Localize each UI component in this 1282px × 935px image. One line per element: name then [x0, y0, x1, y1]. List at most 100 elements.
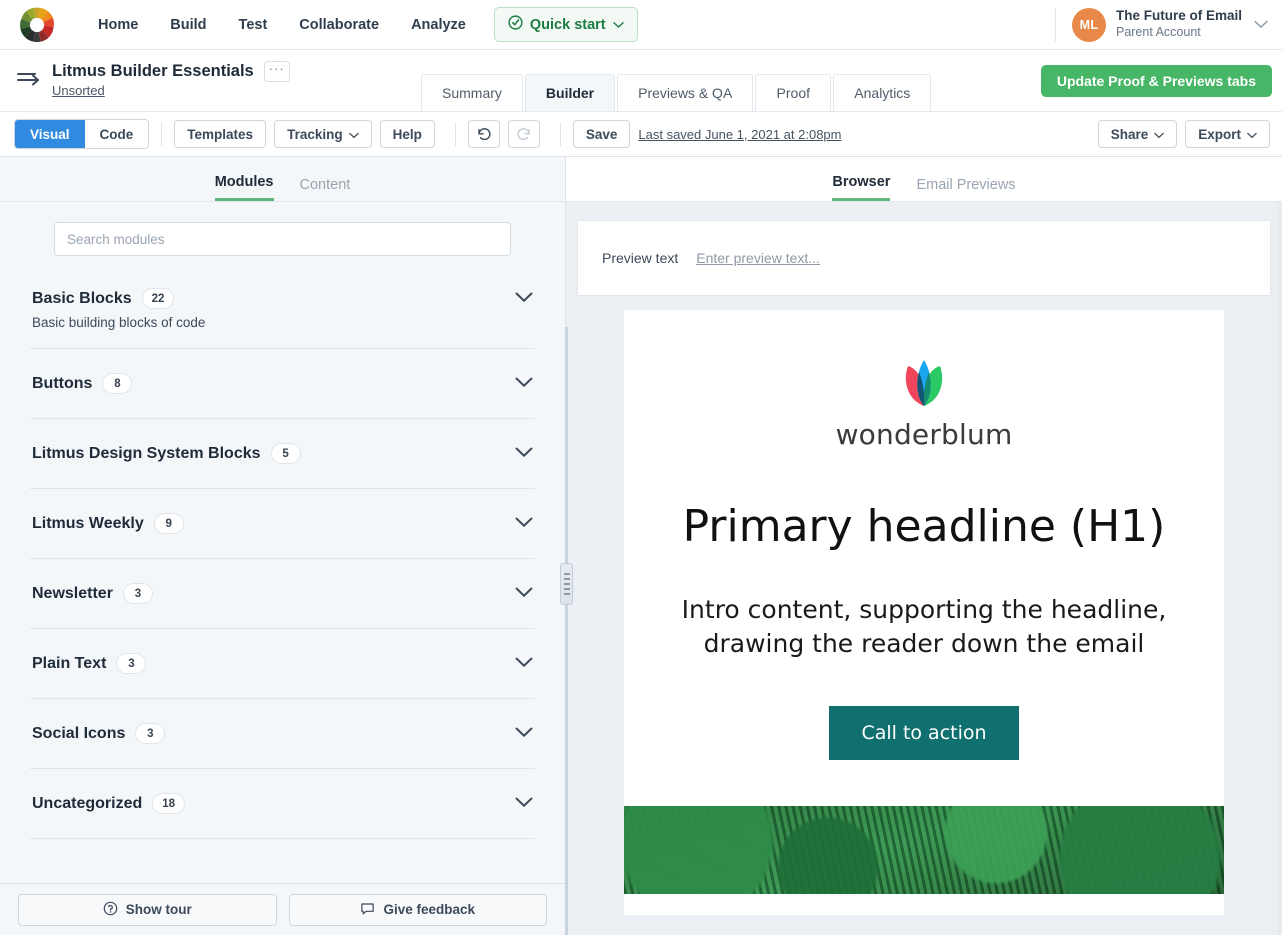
- document-titles: Litmus Builder Essentials ··· Unsorted: [52, 61, 290, 100]
- email-brand-block: wonderblum: [624, 310, 1224, 451]
- nav-item-build[interactable]: Build: [154, 11, 222, 39]
- speech-bubble-icon: [360, 901, 375, 919]
- module-group-social-icons[interactable]: Social Icons 3: [30, 699, 535, 769]
- divider: [161, 122, 163, 146]
- nav-item-analyze[interactable]: Analyze: [395, 11, 482, 39]
- tab-proof[interactable]: Proof: [755, 74, 832, 112]
- avatar[interactable]: ML: [1071, 7, 1106, 42]
- search-modules-wrapper: [0, 202, 565, 274]
- module-group-count: 3: [122, 583, 153, 604]
- module-group-count: 8: [102, 373, 133, 394]
- question-circle-icon: [103, 901, 118, 919]
- tab-builder[interactable]: Builder: [524, 74, 616, 112]
- check-circle-icon: [508, 15, 523, 34]
- chevron-down-icon[interactable]: [515, 585, 533, 603]
- email-brand-name: wonderblum: [835, 418, 1013, 451]
- module-group-plain-text[interactable]: Plain Text 3: [30, 629, 535, 699]
- module-group-litmus-design-system-blocks[interactable]: Litmus Design System Blocks 5: [30, 419, 535, 489]
- nav-item-home[interactable]: Home: [82, 11, 154, 39]
- panel-divider: [565, 327, 568, 935]
- share-button[interactable]: Share: [1097, 120, 1178, 148]
- chevron-down-icon[interactable]: [515, 725, 533, 743]
- module-group-litmus-weekly[interactable]: Litmus Weekly 9: [30, 489, 535, 559]
- account-subtitle: Parent Account: [1115, 25, 1201, 40]
- preview-scrollbar[interactable]: [1277, 202, 1282, 935]
- modules-panel-footer: Show tour Give feedback: [0, 883, 565, 935]
- module-group-basic-blocks[interactable]: Basic Blocks 22 Basic building blocks of…: [30, 274, 535, 349]
- chevron-down-icon[interactable]: [515, 655, 533, 673]
- tab-browser[interactable]: Browser: [832, 174, 891, 201]
- redo-icon[interactable]: [507, 120, 540, 148]
- module-group-name: Social Icons: [32, 724, 126, 742]
- global-navigation-bar: Home Build Test Collaborate Analyze Quic…: [0, 0, 1282, 50]
- document-header: Litmus Builder Essentials ··· Unsorted S…: [0, 50, 1282, 112]
- email-cta-button[interactable]: Call to action: [829, 705, 1019, 760]
- module-group-name: Plain Text: [32, 654, 107, 672]
- export-button[interactable]: Export: [1185, 120, 1270, 148]
- tab-summary[interactable]: Summary: [421, 74, 523, 112]
- module-group-count: 9: [153, 513, 184, 534]
- account-switcher[interactable]: ML The Future of Email Parent Account: [1054, 7, 1268, 42]
- module-groups-list: Basic Blocks 22 Basic building blocks of…: [0, 274, 565, 883]
- divider: [1054, 7, 1056, 42]
- module-group-description: Basic building blocks of code: [32, 315, 206, 330]
- preview-text-input-link[interactable]: Enter preview text...: [696, 250, 820, 266]
- quick-start-button[interactable]: Quick start: [493, 7, 638, 42]
- preview-panel: Browser Email Previews Preview text Ente…: [566, 157, 1282, 935]
- chevron-down-icon[interactable]: [515, 290, 533, 308]
- tracking-button[interactable]: Tracking: [274, 120, 372, 148]
- email-hero-image[interactable]: [624, 805, 1224, 894]
- more-options-button[interactable]: ···: [263, 61, 290, 83]
- builder-toolbar: Visual Code Templates Tracking Help Save…: [0, 112, 1282, 157]
- tab-previews-qa[interactable]: Previews & QA: [617, 74, 754, 112]
- chevron-down-icon[interactable]: [1254, 16, 1268, 34]
- update-proof-previews-button[interactable]: Update Proof & Previews tabs: [1040, 64, 1272, 97]
- share-label: Share: [1110, 126, 1149, 142]
- global-nav-links: Home Build Test Collaborate Analyze Quic…: [82, 7, 638, 42]
- module-group-buttons[interactable]: Buttons 8: [30, 349, 535, 419]
- chevron-down-icon[interactable]: [515, 375, 533, 393]
- show-tour-button[interactable]: Show tour: [18, 893, 277, 926]
- toolbar-right-actions: Share Export: [1097, 120, 1270, 148]
- visual-mode-button[interactable]: Visual: [15, 120, 85, 148]
- collapse-arrow-icon[interactable]: [16, 67, 42, 94]
- litmus-color-wheel-logo[interactable]: [18, 6, 56, 44]
- give-feedback-label: Give feedback: [383, 902, 476, 917]
- tab-content[interactable]: Content: [300, 177, 351, 201]
- preview-text-label: Preview text: [602, 250, 679, 266]
- email-headline[interactable]: Primary headline (H1): [644, 502, 1204, 551]
- chevron-down-icon[interactable]: [515, 795, 533, 813]
- nav-item-collaborate[interactable]: Collaborate: [283, 11, 395, 39]
- code-mode-button[interactable]: Code: [84, 120, 149, 148]
- module-group-uncategorized[interactable]: Uncategorized 18: [30, 769, 535, 839]
- email-canvas[interactable]: wonderblum Primary headline (H1) Intro c…: [624, 310, 1224, 915]
- panel-resize-handle[interactable]: [560, 563, 573, 605]
- email-intro-paragraph[interactable]: Intro content, supporting the headline, …: [646, 593, 1202, 661]
- give-feedback-button[interactable]: Give feedback: [288, 893, 547, 926]
- chevron-down-icon: [1247, 127, 1257, 142]
- chevron-down-icon[interactable]: [515, 445, 533, 463]
- tab-email-previews[interactable]: Email Previews: [916, 177, 1015, 201]
- search-input[interactable]: [54, 222, 511, 256]
- preview-column: Preview text Enter preview text... wonde…: [577, 220, 1271, 915]
- save-button[interactable]: Save: [572, 120, 631, 148]
- module-group-newsletter[interactable]: Newsletter 3: [30, 559, 535, 629]
- tab-analytics[interactable]: Analytics: [833, 74, 932, 112]
- divider: [454, 122, 456, 146]
- divider: [559, 122, 561, 146]
- page-title: Litmus Builder Essentials: [52, 61, 254, 80]
- templates-button[interactable]: Templates: [174, 120, 267, 148]
- module-group-name: Newsletter: [32, 584, 113, 602]
- undo-icon[interactable]: [467, 120, 500, 148]
- help-button[interactable]: Help: [379, 120, 435, 148]
- chevron-down-icon[interactable]: [515, 515, 533, 533]
- nav-item-test[interactable]: Test: [223, 11, 284, 39]
- chevron-down-icon: [348, 127, 359, 142]
- chevron-down-icon: [612, 17, 624, 33]
- last-saved-status[interactable]: Last saved June 1, 2021 at 2:08pm: [638, 127, 841, 142]
- account-name: The Future of Email: [1115, 8, 1242, 24]
- tab-modules[interactable]: Modules: [214, 174, 274, 201]
- editor-mode-toggle: Visual Code: [14, 119, 150, 149]
- module-group-count: 18: [152, 793, 186, 814]
- breadcrumb-folder[interactable]: Unsorted: [52, 83, 290, 100]
